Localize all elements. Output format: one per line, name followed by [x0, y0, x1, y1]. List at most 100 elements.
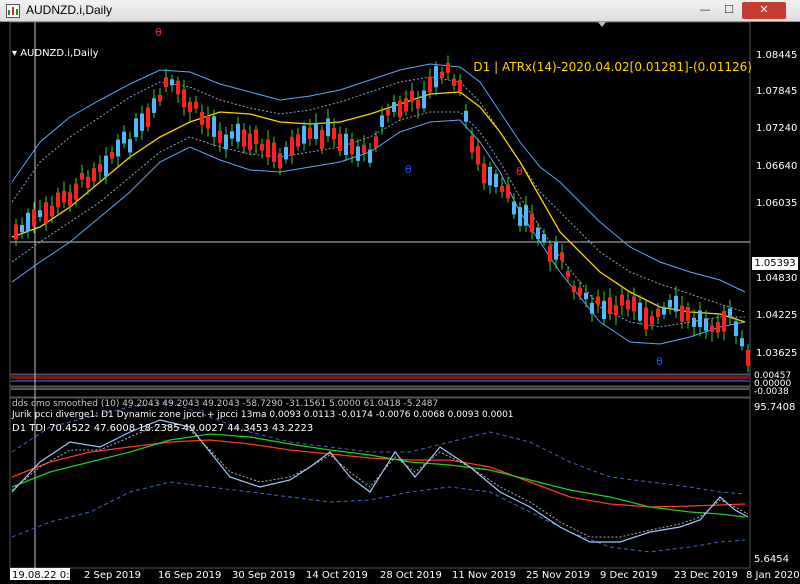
candle-body [626, 299, 630, 310]
candle-body [482, 163, 486, 184]
time-tick: 8 Jan 2020 [746, 570, 800, 580]
signal-marker-3: θ [516, 165, 523, 178]
candle-body [146, 107, 150, 127]
candle-body [236, 123, 240, 142]
signal-marker-1: θ [155, 26, 162, 39]
candle-body [230, 131, 234, 139]
candle-body [542, 234, 546, 242]
candle-body [410, 90, 414, 102]
candle-body [674, 295, 678, 312]
chart-canvas[interactable]: θ θ θ θ 1.08445 1.07845 1.07240 1.06640 … [0, 21, 800, 581]
candle-body [86, 176, 90, 188]
price-tick: 1.04830 [756, 273, 797, 284]
candle-body [680, 305, 684, 322]
candle-body [56, 192, 60, 208]
time-tick: 28 Oct 2019 [380, 570, 442, 580]
candle-body [512, 201, 516, 215]
candle-body [722, 310, 726, 332]
candle-body [80, 172, 84, 180]
candle-body [710, 325, 714, 332]
candle-body [476, 145, 480, 165]
sub-tick: -0.0038 [754, 387, 789, 397]
candle-body [356, 146, 360, 161]
current-price-tag: 1.05393 [752, 257, 798, 270]
window-title-bar[interactable]: AUDNZD.i,Daily — ☐ ✕ [0, 0, 800, 22]
candle-body [452, 78, 456, 86]
candle-body [158, 94, 162, 102]
candle-body [284, 147, 288, 160]
candle-body [746, 349, 750, 366]
candle-body [578, 287, 582, 296]
candle-body [74, 183, 78, 200]
candle-body [152, 98, 156, 113]
candle-body [248, 133, 252, 151]
candle-body [614, 305, 618, 316]
price-axis: 1.08445 1.07845 1.07240 1.06640 1.06035 … [756, 50, 797, 359]
candle-body [50, 205, 54, 217]
minimize-button[interactable]: — [694, 2, 716, 19]
candle-body [374, 136, 378, 148]
candle-body [170, 79, 174, 86]
tdi-light-line [11, 419, 749, 543]
candle-body [110, 152, 114, 159]
candle-body [272, 142, 276, 162]
candle-body [164, 77, 168, 88]
price-tick: 1.07240 [756, 123, 797, 134]
chart-window-icon [6, 4, 20, 18]
candle-body [404, 98, 408, 112]
jurik-indicator-label: Jurik pcci diverge1: D1 Dynamic zone jpc… [12, 410, 514, 420]
candle-body [392, 102, 396, 112]
candle-body [698, 310, 702, 328]
time-axis: 19.08.22 0:00 2 Sep 2019 16 Sep 2019 30 … [10, 568, 800, 581]
candle-body [386, 108, 390, 116]
candle-body [524, 205, 528, 226]
price-tick: 1.06035 [756, 198, 797, 209]
time-tick: 14 Oct 2019 [306, 570, 368, 580]
cmo-bars-2 [11, 380, 749, 382]
candle-body [686, 307, 690, 321]
candle-body [350, 139, 354, 155]
candle-body [278, 153, 282, 169]
time-tick: 9 Dec 2019 [600, 570, 658, 580]
maximize-button[interactable]: ☐ [718, 2, 740, 19]
candle-body [554, 242, 558, 260]
chart-shift-marker[interactable] [598, 22, 606, 27]
candle-body [368, 149, 372, 163]
candle-body [422, 90, 426, 109]
candle-body [104, 155, 108, 177]
candle-body [122, 131, 126, 144]
upper-band-line [11, 63, 746, 293]
candle-body [362, 144, 366, 154]
candle-body [140, 113, 144, 131]
candle-body [530, 213, 534, 233]
candle-body [470, 135, 474, 153]
chart-area[interactable]: θ θ θ θ 1.08445 1.07845 1.07240 1.06640 … [0, 21, 800, 581]
candle-body [182, 89, 186, 108]
candle-body [704, 318, 708, 331]
candle-body [242, 129, 246, 147]
window-title: AUDNZD.i,Daily [26, 3, 113, 17]
candle-body [458, 79, 462, 92]
candle-body [464, 110, 468, 122]
candle-body [440, 71, 444, 79]
candle-body [266, 139, 270, 158]
candle-body [398, 100, 402, 118]
close-button[interactable]: ✕ [742, 2, 786, 19]
time-tick: 2 Sep 2019 [84, 570, 141, 580]
candle-body [494, 173, 498, 188]
candle-body [20, 224, 24, 233]
signal-marker-2: θ [405, 163, 412, 176]
jurik-bars [11, 388, 749, 390]
candle-body [188, 101, 192, 113]
tdi-red-line [11, 439, 746, 508]
price-tick: 1.07845 [756, 86, 797, 97]
candle-body [212, 116, 216, 137]
candle-body [200, 111, 204, 125]
candle-body [572, 285, 576, 293]
candle-body [740, 338, 744, 347]
candle-body [620, 294, 624, 306]
candle-body [296, 134, 300, 147]
candle-body [434, 66, 438, 88]
candle-body [308, 127, 312, 139]
candle-body [518, 207, 522, 226]
